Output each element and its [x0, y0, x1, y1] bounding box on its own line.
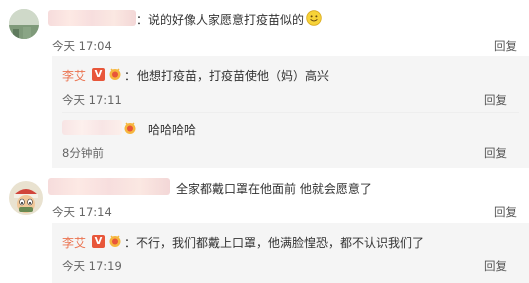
reply-author-name[interactable]: 李艾 — [62, 67, 86, 84]
commenter-name-blurred[interactable] — [48, 178, 170, 195]
commenter-name-blurred[interactable] — [48, 10, 136, 26]
reply-separator: ： — [124, 69, 137, 83]
reply-button[interactable]: 回复 — [494, 38, 517, 54]
comment-text: ：说的好像人家愿意打疫苗似的 — [136, 13, 305, 27]
reply-time: 8分钟前 — [62, 146, 104, 160]
fan-badge-icon[interactable] — [123, 121, 138, 135]
verified-badge-icon[interactable]: V — [92, 68, 105, 81]
reply-time: 今天 17:19 — [62, 259, 122, 273]
subcomment-divider — [62, 112, 519, 113]
reply-author-blurred[interactable] — [62, 120, 122, 135]
subcomment-panel — [52, 223, 529, 283]
smile-emoji-icon — [306, 10, 322, 26]
reply-button[interactable]: 回复 — [484, 92, 507, 108]
reply-time: 今天 17:11 — [62, 93, 122, 107]
reply-text: 不行，我们都戴上口罩，他满脸惶恐，都不认识我们了 — [136, 236, 425, 250]
reply-separator: ： — [124, 236, 137, 250]
verified-badge-icon[interactable]: V — [92, 235, 105, 248]
commenter-avatar[interactable] — [9, 9, 39, 39]
comment-text: 全家都戴口罩在他面前 他就会愿意了 — [176, 182, 372, 196]
comment-time: 今天 17:04 — [52, 39, 112, 53]
fan-badge-icon[interactable] — [108, 234, 123, 248]
reply-button[interactable]: 回复 — [484, 258, 507, 274]
comment-time: 今天 17:14 — [52, 205, 112, 219]
commenter-avatar[interactable] — [9, 181, 43, 215]
fan-badge-icon[interactable] — [108, 67, 123, 81]
reply-text: 哈哈哈哈 — [148, 123, 197, 137]
reply-text: 他想打疫苗，打疫苗使他（妈）高兴 — [137, 69, 330, 83]
reply-author-name[interactable]: 李艾 — [62, 234, 86, 251]
reply-button[interactable]: 回复 — [494, 204, 517, 220]
reply-button[interactable]: 回复 — [484, 145, 507, 161]
